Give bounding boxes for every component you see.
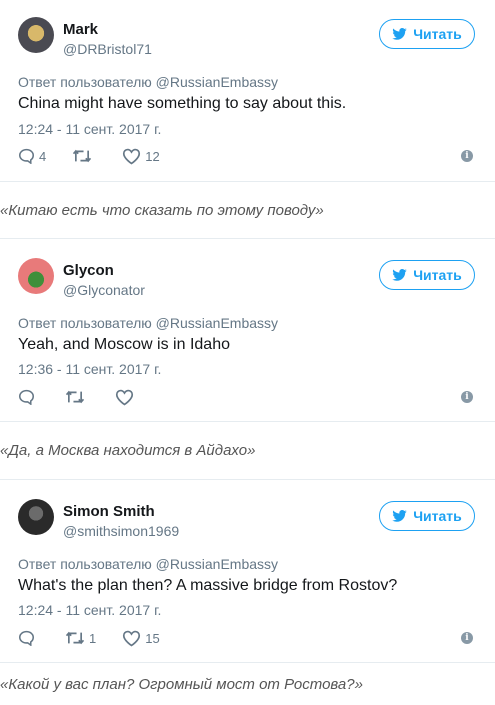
- avatar[interactable]: [18, 17, 54, 53]
- tweet-timestamp[interactable]: 12:36 - 11 сент. 2017 г.: [18, 361, 161, 377]
- tweet-timestamp[interactable]: 12:24 - 11 сент. 2017 г.: [18, 121, 161, 137]
- heart-icon: [115, 389, 134, 405]
- tweet-timestamp[interactable]: 12:24 - 11 сент. 2017 г.: [18, 602, 161, 618]
- retweet-button[interactable]: [65, 389, 89, 405]
- translation-caption: «Да, а Москва находится в Айдахо»: [0, 421, 495, 480]
- info-icon[interactable]: i: [461, 391, 473, 403]
- follow-label: Читать: [413, 508, 462, 524]
- info-icon[interactable]: i: [461, 150, 473, 162]
- tweet: Mark @DRBristol71 Читать Ответ пользоват…: [0, 0, 495, 239]
- reply-button[interactable]: [18, 389, 39, 405]
- avatar[interactable]: [18, 499, 54, 535]
- reply-button[interactable]: [18, 630, 39, 646]
- twitter-bird-icon: [392, 269, 407, 281]
- follow-button[interactable]: Читать: [379, 19, 475, 49]
- retweet-icon: [65, 631, 85, 645]
- like-button[interactable]: 12: [122, 148, 160, 165]
- follow-label: Читать: [413, 267, 462, 283]
- retweet-icon: [65, 390, 85, 404]
- user-handle[interactable]: @DRBristol71: [63, 41, 152, 57]
- like-button[interactable]: 15: [122, 630, 160, 647]
- like-button[interactable]: [115, 389, 138, 406]
- reply-to-label: Ответ пользователю @RussianEmbassy: [18, 315, 279, 331]
- follow-button[interactable]: Читать: [379, 260, 475, 290]
- heart-icon: [123, 148, 141, 164]
- tweet-actions: [18, 388, 164, 406]
- reply-icon: [18, 630, 35, 646]
- info-icon[interactable]: i: [461, 632, 473, 644]
- tweet-text: Yeah, and Moscow is in Idaho: [18, 336, 230, 353]
- tweet: Simon Smith @smithsimon1969 Читать Ответ…: [0, 481, 495, 705]
- like-count: 12: [145, 148, 160, 164]
- user-handle[interactable]: @smithsimon1969: [63, 523, 179, 539]
- follow-label: Читать: [413, 26, 462, 42]
- like-count: 15: [145, 630, 160, 646]
- retweet-icon: [73, 149, 92, 163]
- follow-button[interactable]: Читать: [379, 501, 475, 531]
- reply-icon: [18, 148, 35, 164]
- tweet-text: China might have something to say about …: [18, 95, 347, 112]
- retweet-button[interactable]: [72, 148, 96, 164]
- user-name[interactable]: Glycon: [63, 262, 114, 279]
- heart-icon: [123, 630, 141, 646]
- tweet: Glycon @Glyconator Читать Ответ пользова…: [0, 240, 495, 480]
- user-name[interactable]: Mark: [63, 21, 98, 38]
- user-name[interactable]: Simon Smith: [63, 503, 155, 520]
- retweet-count: 1: [89, 630, 97, 646]
- reply-to-label: Ответ пользователю @RussianEmbassy: [18, 556, 279, 572]
- reply-button[interactable]: 4: [18, 148, 46, 164]
- translation-caption: «Китаю есть что сказать по этому поводу»: [0, 181, 495, 239]
- tweet-actions: 4 12: [18, 147, 186, 165]
- reply-icon: [18, 389, 35, 405]
- twitter-bird-icon: [392, 510, 407, 522]
- retweet-button[interactable]: 1: [65, 630, 96, 646]
- twitter-bird-icon: [392, 28, 407, 40]
- user-handle[interactable]: @Glyconator: [63, 282, 145, 298]
- translation-caption: «Какой у вас план? Огромный мост от Рост…: [0, 662, 495, 705]
- tweet-actions: 1 15: [18, 629, 186, 647]
- reply-count: 4: [39, 148, 47, 164]
- tweet-text: What's the plan then? A massive bridge f…: [18, 577, 398, 594]
- avatar[interactable]: [18, 258, 54, 294]
- reply-to-label: Ответ пользователю @RussianEmbassy: [18, 74, 279, 90]
